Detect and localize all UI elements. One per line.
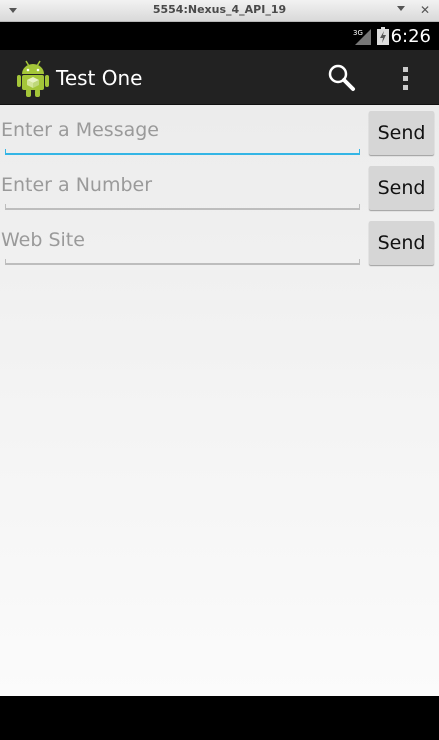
number-row: Send [0, 160, 439, 215]
overflow-menu-icon[interactable] [396, 62, 416, 94]
send-number-button[interactable]: Send [369, 166, 434, 210]
android-app-icon[interactable] [16, 58, 50, 98]
battery-charging-icon [377, 27, 389, 45]
send-message-button[interactable]: Send [369, 111, 434, 155]
status-time: 6:26 [390, 26, 431, 47]
message-row: Send [0, 105, 439, 160]
message-input[interactable] [0, 109, 362, 157]
network-type-label: 3G [353, 29, 363, 37]
app-title: Test One [56, 66, 143, 90]
navigation-bar [0, 696, 439, 740]
send-website-button[interactable]: Send [369, 221, 434, 265]
action-bar: Test One [0, 50, 439, 105]
website-row: Send [0, 215, 439, 270]
number-input[interactable] [0, 164, 362, 212]
message-input-underline [5, 149, 360, 155]
window-title: 5554:Nexus_4_API_19 [152, 3, 287, 16]
number-input-underline [5, 204, 360, 210]
window-minimize-icon[interactable] [397, 6, 405, 11]
website-input[interactable] [0, 219, 362, 267]
content-area: Send Send Send [0, 105, 439, 696]
emulator-frame: 5554:Nexus_4_API_19 ✕ 3G 6:26 Test One E… [0, 0, 439, 740]
website-input-underline [5, 259, 360, 265]
signal-3g-icon: 3G [353, 29, 371, 45]
search-icon[interactable] [326, 62, 358, 94]
window-close-icon[interactable]: ✕ [420, 3, 430, 17]
window-titlebar: 5554:Nexus_4_API_19 ✕ [0, 0, 439, 22]
status-bar: 3G 6:26 [0, 22, 439, 50]
